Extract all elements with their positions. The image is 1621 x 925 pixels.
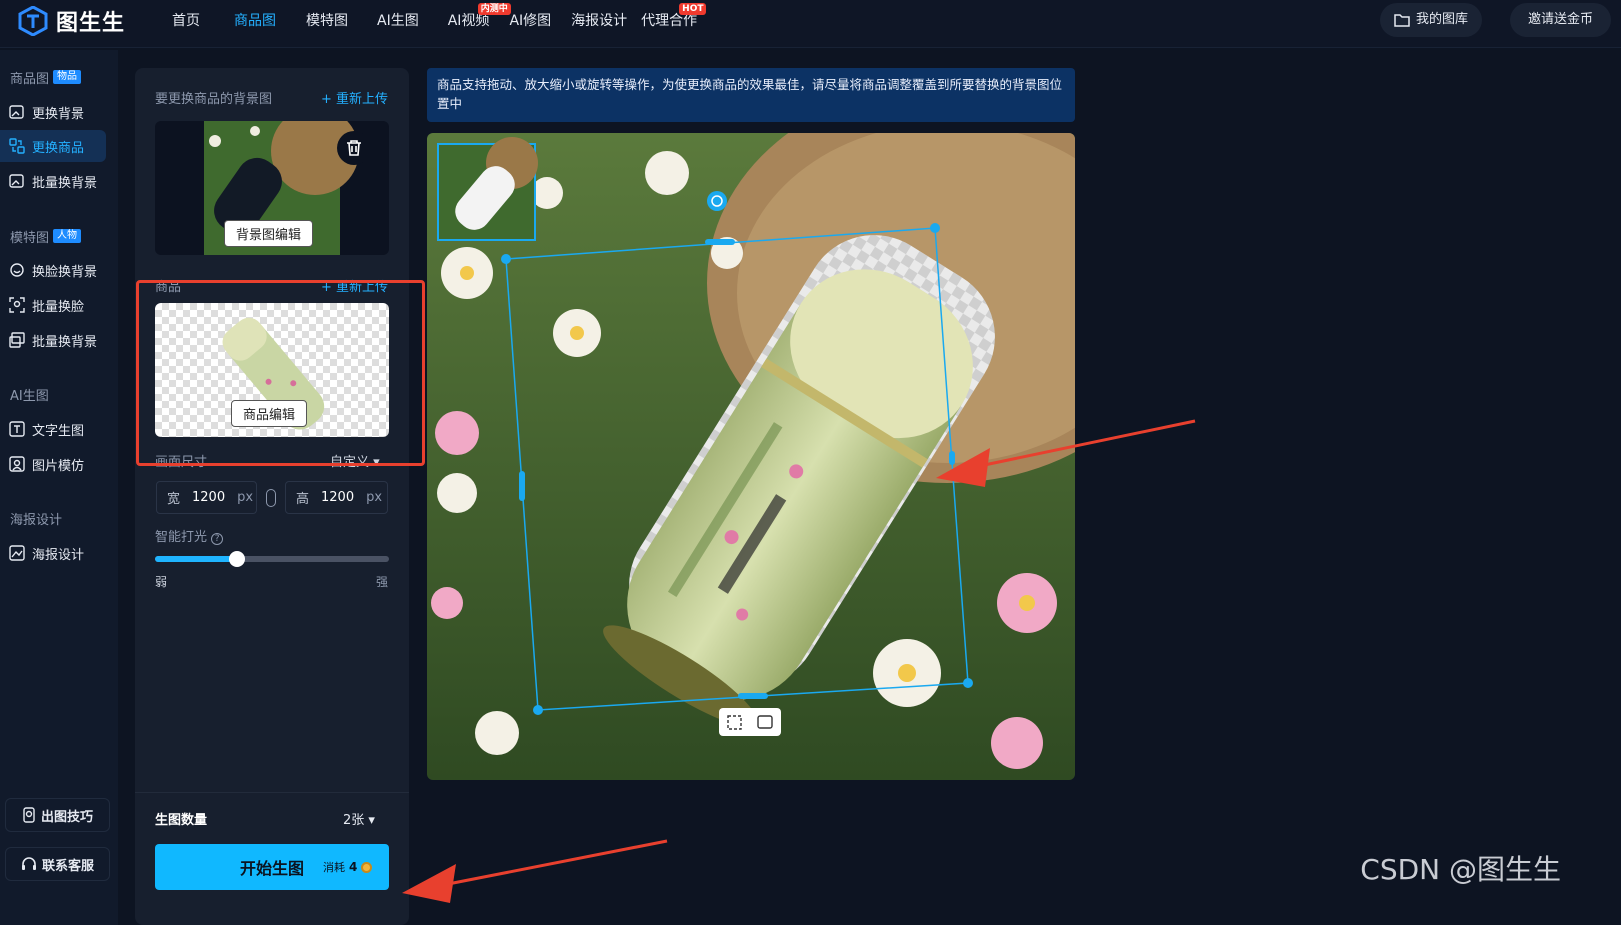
annotation-arrows: [402, 419, 1196, 903]
watermark: CSDN @图生生: [1360, 853, 1561, 886]
